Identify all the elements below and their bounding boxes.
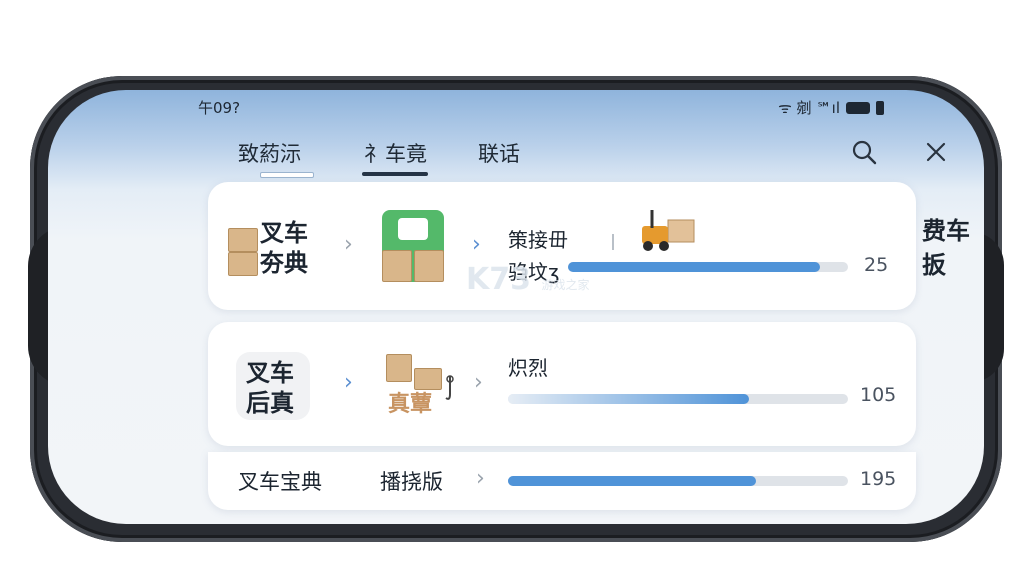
chevron-right-icon: › bbox=[344, 232, 353, 257]
chevron-right-icon: › bbox=[472, 232, 481, 257]
card-item-2[interactable]: 叉车 后真 › 真蕈 › 炽烈 105 bbox=[208, 322, 916, 446]
card-2-mid-text: 真蕈 bbox=[388, 392, 433, 417]
card-1-value: 25 bbox=[864, 254, 889, 276]
card-3-mid-text: 播挠版 bbox=[380, 470, 443, 494]
watermark-sub: 游戏之家 bbox=[541, 278, 590, 292]
app-screen: 午09? ᯤ 剜 ℠ıl 致葯沶 礻车竟 联话 叉车 夯典 › › 策接毌 驺坟… bbox=[48, 90, 984, 524]
card-2-title-line1: 叉车 bbox=[246, 359, 294, 387]
status-bar: 午09? ᯤ 剜 ℠ıl bbox=[198, 97, 884, 119]
hook-icon bbox=[445, 375, 454, 400]
card-3-value: 195 bbox=[860, 468, 897, 490]
card-1-progress-track bbox=[568, 262, 848, 272]
box-icon bbox=[382, 250, 412, 282]
chevron-right-icon: › bbox=[476, 466, 485, 491]
card-2-progress-track bbox=[508, 394, 848, 404]
card-2-label-top: 炽烈 bbox=[508, 356, 548, 380]
chevron-right-icon: › bbox=[344, 370, 353, 395]
battery-small-icon bbox=[876, 100, 884, 115]
card-3-progress-track bbox=[508, 476, 848, 486]
tab-1-label: 致葯沶 bbox=[238, 142, 301, 166]
app-icon bbox=[382, 210, 444, 282]
box-icon bbox=[414, 250, 444, 282]
watermark-logo: K73 游戏之家 bbox=[466, 262, 589, 297]
search-icon[interactable] bbox=[850, 138, 878, 166]
box-icon bbox=[228, 252, 258, 276]
card-3-title: 叉车宝典 bbox=[238, 470, 322, 494]
box-icon bbox=[386, 354, 412, 382]
status-icons: ᯤ 剜 ℠ıl bbox=[778, 97, 884, 118]
watermark-text: K73 bbox=[466, 262, 531, 297]
battery-icon bbox=[846, 101, 870, 114]
phone-frame: 午09? ᯤ 剜 ℠ıl 致葯沶 礻车竟 联话 叉车 夯典 › › 策接毌 驺坟… bbox=[28, 76, 1004, 542]
side-text-line1: 费车 bbox=[922, 217, 970, 245]
status-icons-text: ᯤ 剜 ℠ıl bbox=[778, 99, 840, 117]
tab-3[interactable]: 联话 bbox=[478, 138, 520, 168]
forklift-icon bbox=[642, 210, 695, 251]
card-1-title-line1: 叉车 bbox=[260, 219, 308, 247]
chat-bubble-icon bbox=[398, 218, 428, 240]
chevron-right-icon: › bbox=[474, 370, 483, 395]
status-time: 午09? bbox=[198, 99, 241, 117]
card-2-progress-fill bbox=[508, 394, 750, 404]
card-item-1[interactable]: 叉车 夯典 › › 策接毌 驺坟ʒ 25 K73 游戏之家 bbox=[208, 182, 916, 310]
card-1-progress-fill bbox=[568, 262, 820, 272]
card-2-value: 105 bbox=[860, 384, 897, 406]
tab-2[interactable]: 礻车竟 bbox=[362, 138, 428, 176]
card-1-title-line2: 夯典 bbox=[260, 249, 308, 277]
tab-2-indicator bbox=[362, 172, 428, 176]
card-1-label-top: 策接毌 bbox=[508, 228, 568, 252]
tab-3-label: 联话 bbox=[478, 142, 520, 166]
card-3-progress-fill bbox=[508, 476, 757, 486]
side-text-line2: 扳 bbox=[922, 251, 946, 279]
card-2-title-line2: 后真 bbox=[246, 389, 294, 417]
divider bbox=[612, 234, 614, 250]
card-item-3[interactable]: 叉车宝典 播挠版 › 195 bbox=[208, 452, 916, 510]
tab-2-label: 礻车竟 bbox=[364, 142, 427, 166]
tab-1-indicator bbox=[260, 172, 314, 178]
box-icon bbox=[228, 228, 258, 252]
tab-1[interactable]: 致葯沶 bbox=[238, 138, 314, 178]
close-icon[interactable] bbox=[922, 138, 950, 166]
